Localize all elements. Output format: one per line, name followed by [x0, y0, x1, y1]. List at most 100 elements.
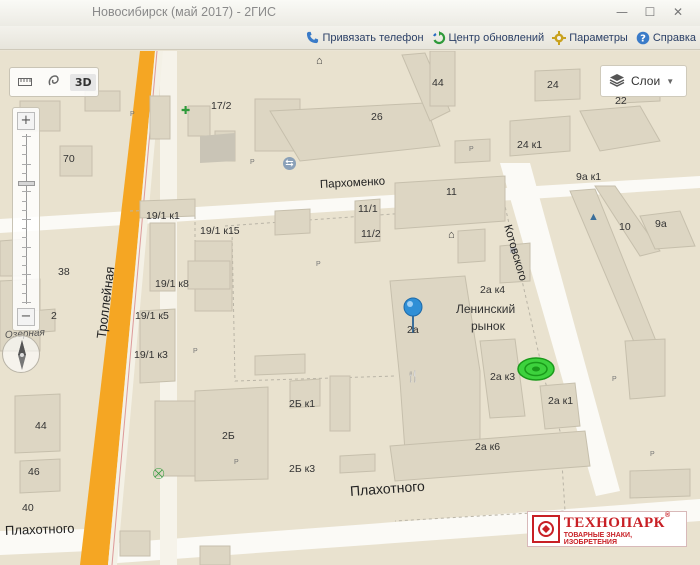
- close-button[interactable]: ✕: [664, 3, 692, 21]
- school-icon[interactable]: ▲: [588, 211, 599, 223]
- parking-marker: P: [469, 146, 474, 153]
- title-bar: Новосибирск (май 2017) - 2ГИС — ☐ ✕: [0, 0, 700, 26]
- help-icon: ?: [636, 31, 650, 45]
- zoom-tick: [22, 200, 27, 202]
- restaurant-icon[interactable]: 🍴: [406, 370, 420, 383]
- zoom-tick: [22, 136, 31, 137]
- map-tools-panel: 3D: [9, 67, 99, 97]
- title-app: 2ГИС: [244, 5, 276, 19]
- title-separator: -: [236, 5, 241, 19]
- zoom-tick: [22, 255, 27, 257]
- bind-phone-button[interactable]: Привязать телефон: [306, 31, 424, 45]
- settings-button[interactable]: Параметры: [552, 30, 628, 45]
- minimize-button[interactable]: —: [608, 3, 636, 21]
- compass-icon: [18, 340, 26, 370]
- zoom-in-button[interactable]: +: [17, 112, 35, 130]
- zoom-tick: [22, 228, 27, 230]
- building-26-label: 26: [371, 111, 383, 123]
- update-center-label: Центр обновлений: [448, 31, 545, 44]
- zoom-tick: [22, 209, 27, 211]
- building-2ak4-label: 2а к4: [480, 284, 506, 296]
- window-controls: — ☐ ✕: [608, 3, 692, 21]
- zoom-out-button[interactable]: −: [17, 308, 35, 326]
- building-19-1k1-label: 19/1 к1: [146, 210, 180, 222]
- layers-label: Слои: [631, 74, 661, 88]
- parking-marker: P: [193, 348, 198, 355]
- tehnopark-logo-icon: [532, 515, 560, 543]
- market-name-line1: Ленинский: [456, 302, 516, 316]
- building-2b-label: 2Б: [222, 430, 235, 442]
- zoom-tick: [22, 154, 27, 156]
- zoom-tick: [22, 172, 27, 174]
- zoom-tick: [22, 145, 27, 147]
- building-2bk1-label: 2Б к1: [289, 398, 316, 410]
- zoom-tick: [22, 274, 31, 276]
- restore-button[interactable]: ☐: [636, 3, 664, 21]
- zoom-thumb[interactable]: [18, 180, 35, 186]
- building-11-label: 11: [446, 186, 457, 198]
- zoom-tick: [22, 219, 31, 220]
- shop-icon[interactable]: ⛒: [153, 468, 164, 481]
- building-46-label: 46: [28, 466, 40, 478]
- building-70-label: 70: [63, 153, 75, 165]
- landmark-icon[interactable]: ⌂: [316, 55, 323, 67]
- help-button[interactable]: ? Справка: [636, 31, 696, 45]
- gear-icon: [552, 30, 567, 45]
- svg-text:?: ?: [640, 33, 646, 44]
- building-2bk3-label: 2Б к3: [289, 463, 316, 475]
- zoom-tick: [22, 265, 27, 267]
- pharmacy-icon[interactable]: ✚: [181, 104, 190, 117]
- building-9a-label: 9а: [655, 218, 667, 230]
- building-24-label: 24: [547, 79, 559, 91]
- compass-control[interactable]: [2, 335, 40, 373]
- zoom-tick: [22, 246, 31, 248]
- settings-label: Параметры: [569, 31, 628, 44]
- building-11-1-label: 11/1: [358, 203, 378, 215]
- update-center-button[interactable]: Центр обновлений: [432, 30, 545, 45]
- watermark-subtitle: ТОВАРНЫЕ ЗНАКИ, ИЗОБРЕТЕНИЯ: [563, 532, 633, 546]
- building-2a-label: 2а: [407, 324, 419, 336]
- building-40-label: 40: [22, 502, 34, 514]
- building-9ak1-label: 9а к1: [576, 171, 602, 183]
- building-2ak1-label: 2а к1: [548, 395, 574, 407]
- lasso-icon[interactable]: [41, 74, 67, 91]
- zoom-tick: [22, 191, 31, 193]
- watermark-brand: ТЕХНОПАРК: [563, 515, 665, 531]
- parking-marker: P: [316, 261, 321, 268]
- zoom-tick: [22, 163, 31, 165]
- parking-marker: P: [250, 159, 255, 166]
- zoom-tick: [22, 283, 27, 285]
- zoom-tick: [22, 302, 31, 303]
- ruler-icon[interactable]: [12, 76, 38, 89]
- building-24k1-label: 24 к1: [517, 139, 543, 151]
- building-38-label: 38: [58, 266, 70, 278]
- building-19-1k15-label: 19/1 к15: [200, 225, 240, 237]
- landmark-icon[interactable]: ⌂: [448, 229, 455, 241]
- view-3d-button[interactable]: 3D: [70, 73, 97, 91]
- tehnopark-watermark: ТЕХНОПАРК® ТОВАРНЫЕ ЗНАКИ, ИЗОБРЕТЕНИЯ: [527, 511, 687, 547]
- building-2ak6-label: 2а к6: [475, 441, 501, 453]
- top-toolbar: Привязать телефон Центр обновлений Парам…: [0, 26, 700, 50]
- building-17-2-label: 17/2: [211, 100, 232, 112]
- title-city: Новосибирск (май 2017): [92, 5, 234, 19]
- map-view[interactable]: ⌂ ⌂ ✚ ▲ 🍴 ⛒ ⇆ Пархоменко Котовского Плах…: [0, 51, 700, 565]
- building-2ak3-label: 2а к3: [490, 371, 516, 383]
- building-11-2-label: 11/2: [361, 228, 381, 240]
- refresh-icon: [432, 30, 446, 45]
- building-19-1k5-label: 19/1 к5: [135, 310, 169, 322]
- layers-button[interactable]: Слои ▼: [600, 65, 687, 97]
- parking-marker: P: [612, 376, 617, 383]
- watermark-reg: ®: [665, 512, 671, 519]
- building-2-label: 2: [51, 310, 57, 322]
- parking-marker: P: [130, 111, 135, 118]
- zoom-tick: [22, 292, 27, 294]
- parking-lot-icon[interactable]: ⇆: [283, 157, 296, 170]
- bind-phone-label: Привязать телефон: [322, 31, 424, 44]
- zoom-slider: + −: [12, 107, 40, 331]
- help-label: Справка: [652, 31, 696, 44]
- building-10-label: 10: [619, 221, 631, 233]
- building-44-label: 44: [432, 77, 444, 89]
- chevron-down-icon: ▼: [666, 76, 675, 86]
- window-title: Новосибирск (май 2017) - 2ГИС: [92, 5, 276, 19]
- parking-marker: P: [234, 459, 239, 466]
